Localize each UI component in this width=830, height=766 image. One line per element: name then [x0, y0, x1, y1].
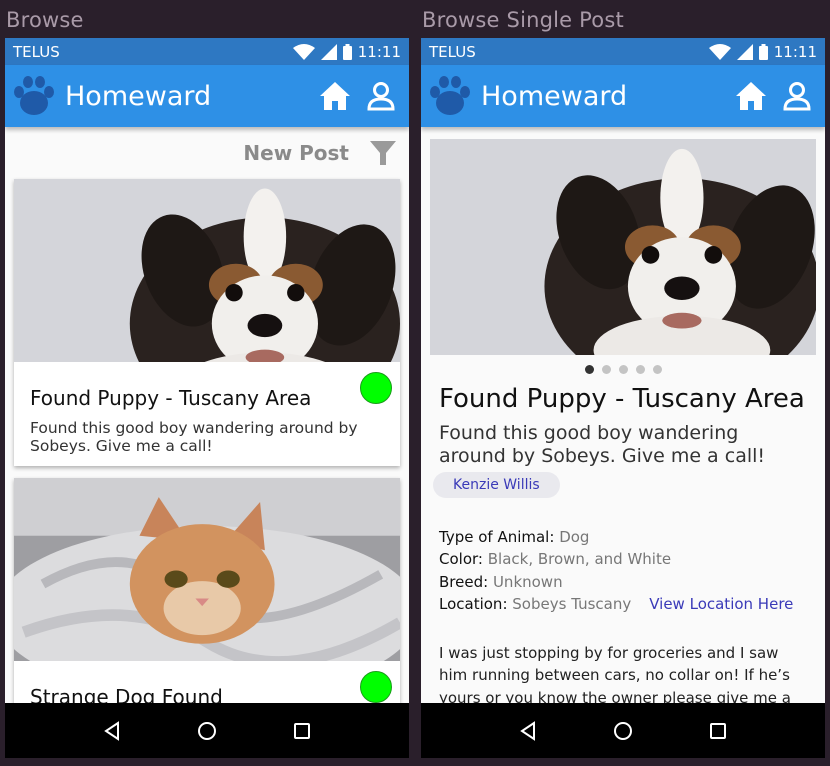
account-icon: [367, 82, 395, 111]
post-photo: [14, 179, 400, 362]
browse-toolbar: New Post: [5, 127, 409, 179]
location-value: Sobeys Tuscany: [512, 595, 632, 614]
carousel-dots: [430, 365, 816, 374]
carousel-dot[interactable]: [618, 365, 628, 374]
nav-back-button[interactable]: [92, 711, 132, 751]
paw-icon: [14, 76, 54, 115]
app-bar: Homeward: [421, 65, 825, 127]
filter-icon[interactable]: [369, 139, 397, 167]
app-bar: Homeward: [5, 65, 409, 127]
wifi-icon: [292, 43, 315, 60]
found-status-indicator: [360, 372, 392, 404]
found-status-indicator: [360, 670, 392, 703]
post-detail: [421, 127, 825, 392]
nav-recents-button[interactable]: [698, 711, 738, 751]
post-title: Found Puppy - Tuscany Area: [30, 386, 312, 410]
location-label: Location:: [439, 595, 508, 614]
home-circle-icon: [613, 721, 632, 740]
recents-icon: [709, 722, 726, 739]
nav-home-button[interactable]: [187, 711, 227, 751]
app-title: Homeward: [481, 80, 628, 112]
home-icon: [320, 82, 350, 110]
phone-browse: TELUS 11:11 Homeward New Post Found Pupp…: [5, 38, 409, 758]
account-icon: [783, 82, 811, 111]
breed-label: Breed:: [439, 572, 489, 591]
carousel-dot[interactable]: [584, 365, 594, 374]
account-button[interactable]: [361, 76, 401, 116]
post-photo-carousel[interactable]: [430, 139, 816, 355]
app-title: Homeward: [65, 80, 212, 112]
clock: 11:11: [357, 42, 401, 61]
color-value: Black, Brown, and White: [487, 550, 672, 569]
color-label: Color:: [439, 550, 483, 569]
system-nav-bar: [5, 703, 409, 758]
animal-value: Dog: [559, 527, 590, 546]
account-button[interactable]: [777, 76, 817, 116]
nav-home-button[interactable]: [603, 711, 643, 751]
carousel-dot[interactable]: [601, 365, 611, 374]
post-photo: [14, 478, 400, 661]
post-details: Type of Animal: Dog Color: Black, Brown,…: [421, 526, 825, 616]
post-title: Found Puppy - Tuscany Area: [439, 384, 805, 414]
signal-icon: [736, 43, 753, 60]
frame-label-browse: Browse: [6, 8, 84, 32]
clock: 11:11: [773, 42, 817, 61]
battery-icon: [758, 43, 768, 60]
carousel-dot[interactable]: [635, 365, 645, 374]
battery-icon: [342, 43, 352, 60]
phone-single-post: TELUS 11:11 Homeward Found Puppy - Tusca…: [421, 38, 825, 758]
post-card[interactable]: Found Puppy - Tuscany Area Found this go…: [14, 179, 400, 466]
post-description: Found this good boy wandering around by …: [439, 422, 766, 467]
view-location-link[interactable]: View Location Here: [649, 595, 793, 613]
status-bar: TELUS 11:11: [421, 38, 825, 65]
back-icon: [520, 720, 536, 741]
author-chip[interactable]: Kenzie Willis: [433, 471, 560, 498]
post-story: I was just stopping by for groceries and…: [439, 643, 791, 707]
animal-label: Type of Animal:: [439, 527, 555, 546]
frame-label-single: Browse Single Post: [422, 8, 624, 32]
post-description: Found this good boy wandering around by …: [30, 419, 358, 455]
home-icon: [736, 82, 766, 110]
paw-icon: [430, 76, 470, 115]
home-button[interactable]: [731, 76, 771, 116]
nav-back-button[interactable]: [508, 711, 548, 751]
system-nav-bar: [421, 703, 825, 758]
status-bar: TELUS 11:11: [5, 38, 409, 65]
back-icon: [104, 720, 120, 741]
signal-icon: [320, 43, 337, 60]
wifi-icon: [708, 43, 731, 60]
nav-recents-button[interactable]: [282, 711, 322, 751]
carousel-dot[interactable]: [652, 365, 662, 374]
carrier: TELUS: [429, 42, 476, 61]
home-button[interactable]: [315, 76, 355, 116]
carrier: TELUS: [13, 42, 60, 61]
new-post-button[interactable]: New Post: [243, 141, 349, 165]
recents-icon: [293, 722, 310, 739]
home-circle-icon: [197, 721, 216, 740]
breed-value: Unknown: [492, 572, 563, 591]
